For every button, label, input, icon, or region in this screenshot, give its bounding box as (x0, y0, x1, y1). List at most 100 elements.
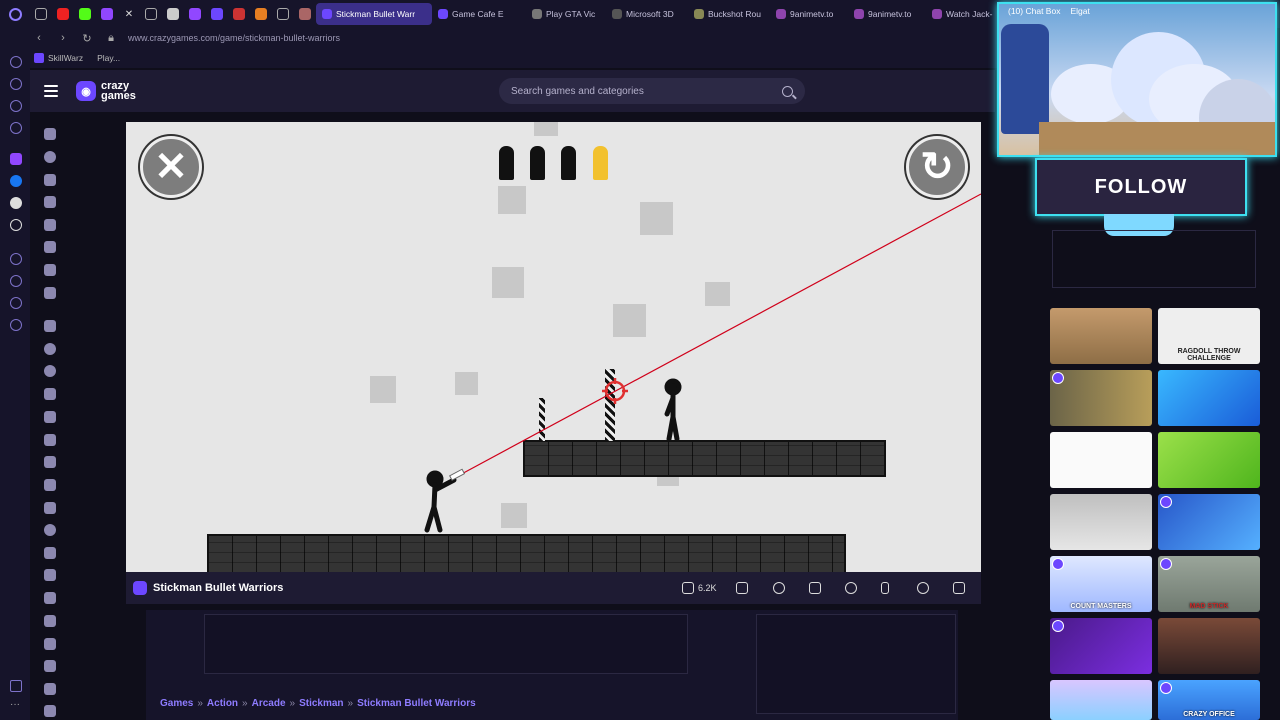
breadcrumb-link[interactable]: Games (160, 698, 193, 709)
trending-icon[interactable] (44, 196, 56, 208)
tab-stickman[interactable]: Stickman Bullet Warr (316, 3, 432, 25)
sidebar-app-icon[interactable] (10, 253, 22, 265)
sidebar-app-icon[interactable] (10, 122, 22, 134)
adventure-icon[interactable] (44, 343, 56, 355)
game-thumbnail[interactable]: MAD STICK (1158, 556, 1260, 612)
favorite-button[interactable] (773, 580, 785, 596)
new-icon[interactable] (44, 174, 56, 186)
breadcrumb-link[interactable]: Arcade (252, 698, 286, 709)
casual-icon[interactable] (44, 456, 56, 468)
tab-microsoft[interactable]: Microsoft 3D (606, 3, 688, 25)
game-thumbnail[interactable] (1050, 308, 1152, 364)
pinned-tab-twitch[interactable] (96, 0, 118, 28)
sidebar-app-icon[interactable] (10, 78, 22, 90)
game-thumbnail[interactable] (1050, 370, 1152, 426)
gx-icon[interactable] (10, 680, 22, 692)
more-icon[interactable]: ··· (10, 700, 22, 714)
tab-watch-jack[interactable]: Watch Jack- (926, 3, 1000, 25)
pinned-tab[interactable] (294, 0, 316, 28)
pool-icon[interactable] (44, 705, 56, 717)
pinned-tab[interactable] (250, 0, 272, 28)
multiplayer-icon[interactable] (44, 264, 56, 276)
game-thumbnail[interactable] (1050, 618, 1152, 674)
recent-icon[interactable] (44, 151, 56, 163)
pinned-tab[interactable] (184, 0, 206, 28)
game-thumbnail[interactable] (1158, 432, 1260, 488)
updated-icon[interactable] (44, 219, 56, 231)
minecraft-icon[interactable] (44, 683, 56, 695)
tab-gta[interactable]: Play GTA Vic (526, 3, 606, 25)
pinned-tab[interactable] (140, 0, 162, 28)
action-icon[interactable] (44, 320, 56, 332)
flash-icon[interactable] (44, 569, 56, 581)
sidebar-app-icon[interactable] (10, 100, 22, 112)
game-thumbnail[interactable] (1050, 432, 1152, 488)
basketball-icon[interactable] (44, 365, 56, 377)
game-thumbnail[interactable] (1050, 680, 1152, 720)
fullscreen-button[interactable] (953, 580, 965, 596)
tab-game-cafe[interactable]: Game Cafe E (432, 3, 526, 25)
tab-chat-box[interactable]: (10) Chat Box (1008, 6, 1060, 16)
game-thumbnail[interactable] (1158, 494, 1260, 550)
messenger-icon[interactable] (10, 175, 22, 187)
mobile-button[interactable] (881, 580, 889, 596)
game-thumbnail[interactable] (1158, 370, 1260, 426)
dislike-button[interactable] (736, 580, 748, 596)
fps-icon[interactable] (44, 592, 56, 604)
tab-9anime-1[interactable]: 9animetv.to (770, 3, 848, 25)
twitch-icon[interactable] (10, 153, 22, 165)
pinned-tab[interactable] (228, 0, 250, 28)
theater-button[interactable] (917, 580, 929, 596)
pinned-tab[interactable] (206, 0, 228, 28)
horror-icon[interactable] (44, 615, 56, 627)
originals-icon[interactable] (44, 241, 56, 253)
breadcrumb-link[interactable]: Stickman (299, 698, 343, 709)
opera-menu-icon[interactable] (0, 0, 30, 28)
card-icon[interactable] (44, 434, 56, 446)
escape-icon[interactable] (44, 547, 56, 559)
bookmark-skillwarz[interactable]: SkillWarz (34, 53, 83, 63)
settings-icon[interactable] (10, 319, 22, 331)
pinned-tab[interactable] (162, 0, 184, 28)
pinned-tab[interactable] (30, 0, 52, 28)
reload-icon[interactable]: ↻ (80, 32, 94, 45)
url-field[interactable]: www.crazygames.com/game/stickman-bullet-… (128, 33, 340, 43)
crazygames-logo[interactable]: ◉ crazy games (76, 81, 136, 102)
sidebar-app-icon[interactable] (10, 297, 22, 309)
sidebar-app-icon[interactable] (10, 275, 22, 287)
forward-icon[interactable]: › (56, 32, 70, 44)
pinned-tab-kick[interactable] (74, 0, 96, 28)
home-icon[interactable] (44, 128, 56, 140)
mahjong-icon[interactable] (44, 660, 56, 672)
back-icon[interactable]: ‹ (32, 32, 46, 44)
game-thumbnail[interactable]: RAGDOLL THROW CHALLENGE (1158, 308, 1260, 364)
bookmark-play[interactable]: Play... (97, 53, 120, 63)
tab-9anime-2[interactable]: 9animetv.to (848, 3, 926, 25)
hamburger-menu-icon[interactable] (44, 85, 58, 97)
search-input[interactable]: Search games and categories (499, 78, 805, 104)
controller-icon[interactable] (44, 502, 56, 514)
search-icon[interactable] (782, 85, 793, 97)
tab-buckshot[interactable]: Buckshot Rou (688, 3, 770, 25)
game-thumbnail[interactable]: COUNT MASTERS (1050, 556, 1152, 612)
pinned-tab-youtube[interactable] (52, 0, 74, 28)
pinned-tab-x[interactable]: ✕ (118, 0, 140, 28)
tab-elgato[interactable]: Elgat (1070, 6, 1089, 16)
game-thumbnail[interactable]: CRAZY OFFICE (1158, 680, 1260, 720)
discord-icon[interactable] (10, 197, 22, 209)
controls-button[interactable] (845, 580, 857, 596)
sidebar-app-icon[interactable] (10, 56, 22, 68)
game-canvas[interactable]: ✕ ↻ (126, 122, 981, 572)
driving-icon[interactable] (44, 524, 56, 536)
beauty-icon[interactable] (44, 388, 56, 400)
io-icon[interactable] (44, 638, 56, 650)
pinned-tab[interactable] (272, 0, 294, 28)
x-icon[interactable] (10, 219, 22, 231)
game-thumbnail[interactable] (1050, 494, 1152, 550)
car-icon[interactable] (44, 411, 56, 423)
breadcrumb-current[interactable]: Stickman Bullet Warriors (357, 698, 476, 709)
2-player-icon[interactable] (44, 287, 56, 299)
clicker-icon[interactable] (44, 479, 56, 491)
game-thumbnail[interactable] (1158, 618, 1260, 674)
report-button[interactable] (809, 580, 821, 596)
